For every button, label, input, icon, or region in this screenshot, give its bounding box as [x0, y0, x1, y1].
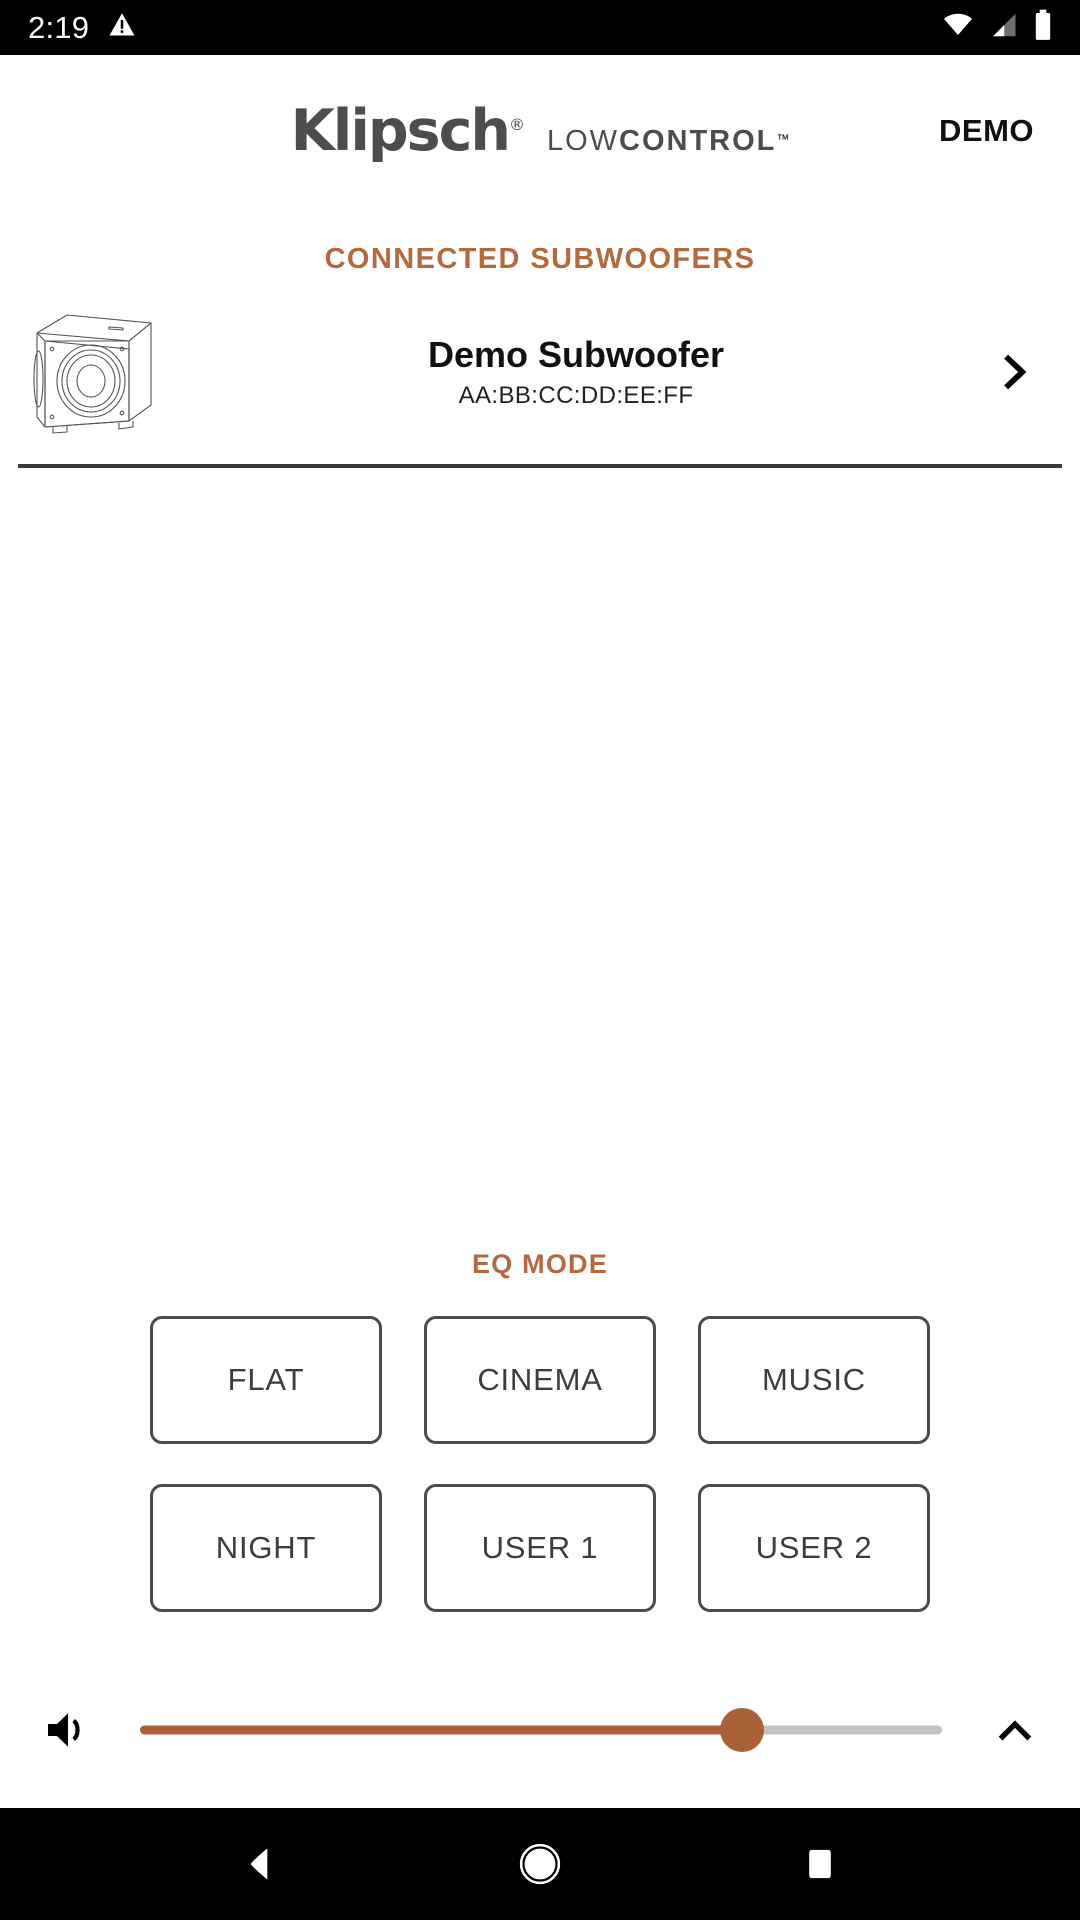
eq-mode-user-1[interactable]: USER 1: [424, 1484, 656, 1612]
warning-triangle-icon: [107, 10, 137, 45]
low-control-wordmark: LOWCONTROL™: [547, 125, 789, 158]
volume-slider-thumb[interactable]: [719, 1708, 764, 1752]
eq-mode-night[interactable]: NIGHT: [150, 1484, 382, 1612]
status-bar: 2:19: [0, 0, 1080, 55]
eq-mode-cinema[interactable]: CINEMA: [424, 1316, 656, 1444]
home-circle-icon[interactable]: [495, 1819, 585, 1909]
eq-section: EQ MODE FLAT CINEMA MUSIC NIGHT USER 1 U…: [0, 1249, 1080, 1612]
back-triangle-icon[interactable]: [215, 1819, 305, 1909]
status-bar-right: [942, 9, 1054, 46]
recents-square-icon[interactable]: [775, 1819, 865, 1909]
subwoofer-name: Demo Subwoofer: [427, 334, 724, 376]
cellular-signal-icon: [988, 10, 1018, 45]
main-content: CONNECTED SUBWOOFERS Demo Subwoofer AA:B…: [0, 207, 1080, 1808]
app-header: Klipsch® LOWCONTROL™ DEMO: [0, 55, 1080, 213]
subwoofer-illustration: [18, 306, 168, 438]
low-control-low: LOW: [546, 125, 620, 157]
android-nav-bar: [0, 1808, 1080, 1920]
list-item[interactable]: Demo Subwoofer AA:BB:CC:DD:EE:FF: [0, 302, 1080, 442]
klipsch-wordmark-text: Klipsch: [290, 98, 511, 164]
connected-subwoofers-heading: CONNECTED SUBWOOFERS: [324, 243, 756, 275]
speaker-volume-icon[interactable]: [40, 1706, 106, 1754]
volume-control-bar: [0, 1670, 1080, 1790]
eq-mode-heading: EQ MODE: [472, 1249, 608, 1279]
demo-mode-button[interactable]: DEMO: [939, 113, 1034, 149]
volume-slider-fill: [140, 1725, 742, 1735]
klipsch-wordmark: Klipsch®: [291, 98, 525, 164]
low-control-control: CONTROL: [619, 125, 777, 157]
trademark-mark: ™: [776, 131, 790, 147]
battery-icon: [1032, 9, 1054, 46]
status-clock: 2:19: [28, 10, 90, 45]
chevron-up-icon[interactable]: [984, 1710, 1046, 1750]
wifi-icon: [942, 9, 974, 46]
brand-logo: Klipsch® LOWCONTROL™: [291, 98, 790, 164]
subwoofer-list: Demo Subwoofer AA:BB:CC:DD:EE:FF: [0, 302, 1080, 468]
registered-mark: ®: [508, 115, 525, 134]
subwoofer-info: Demo Subwoofer AA:BB:CC:DD:EE:FF: [168, 334, 984, 409]
eq-mode-user-2[interactable]: USER 2: [698, 1484, 930, 1612]
eq-mode-flat[interactable]: FLAT: [150, 1316, 382, 1444]
volume-slider[interactable]: [140, 1700, 942, 1760]
eq-mode-grid: FLAT CINEMA MUSIC NIGHT USER 1 USER 2: [0, 1316, 1080, 1612]
eq-mode-music[interactable]: MUSIC: [698, 1316, 930, 1444]
chevron-right-icon[interactable]: [984, 349, 1044, 395]
app-screen: 2:19 Klipsch® LOWCONTROL™ DEMO CONNECTED…: [0, 0, 1080, 1920]
status-bar-left: 2:19: [28, 10, 137, 45]
subwoofer-mac-address: AA:BB:CC:DD:EE:FF: [458, 381, 694, 409]
